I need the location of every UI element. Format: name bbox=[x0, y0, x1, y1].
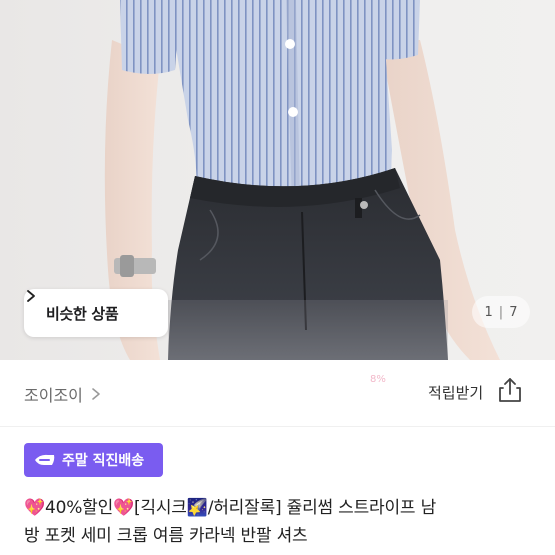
share-icon[interactable] bbox=[497, 376, 523, 404]
pager-total: 7 bbox=[509, 304, 518, 320]
similar-products-button[interactable]: 비슷한 상품 bbox=[24, 289, 168, 337]
pager-separator: | bbox=[498, 304, 504, 320]
shop-link[interactable]: 조이조이 bbox=[24, 382, 101, 406]
product-title: 💖40%할인💖[긱시크🌠/허리잘록] 쥴리썸 스트라이프 남 방 포켓 세미 크… bbox=[24, 494, 539, 550]
chevron-right-icon bbox=[27, 290, 144, 320]
points-rate-faint: 8% bbox=[370, 374, 386, 385]
pager-current: 1 bbox=[484, 304, 493, 320]
image-pager: 1 | 7 bbox=[472, 296, 530, 328]
similar-products-label: 비슷한 상품 bbox=[46, 304, 119, 323]
truck-icon bbox=[34, 453, 56, 467]
product-title-line2: 방 포켓 세미 크롭 여름 카라넥 반팔 셔츠 bbox=[24, 526, 308, 546]
points-button[interactable]: 적립받기 bbox=[428, 382, 483, 403]
chevron-right-icon bbox=[91, 387, 101, 401]
product-image[interactable]: 비슷한 상품 1 | 7 bbox=[0, 0, 555, 360]
shop-name: 조이조이 bbox=[24, 386, 83, 405]
shop-row: 조이조이 8% 적립받기 bbox=[0, 360, 555, 426]
badge-label: 주말 직진배송 bbox=[62, 453, 145, 469]
product-title-line1: 💖40%할인💖[긱시크🌠/허리잘록] 쥴리썸 스트라이프 남 bbox=[24, 498, 437, 518]
divider bbox=[0, 426, 555, 427]
weekend-delivery-badge: 주말 직진배송 bbox=[24, 443, 163, 477]
